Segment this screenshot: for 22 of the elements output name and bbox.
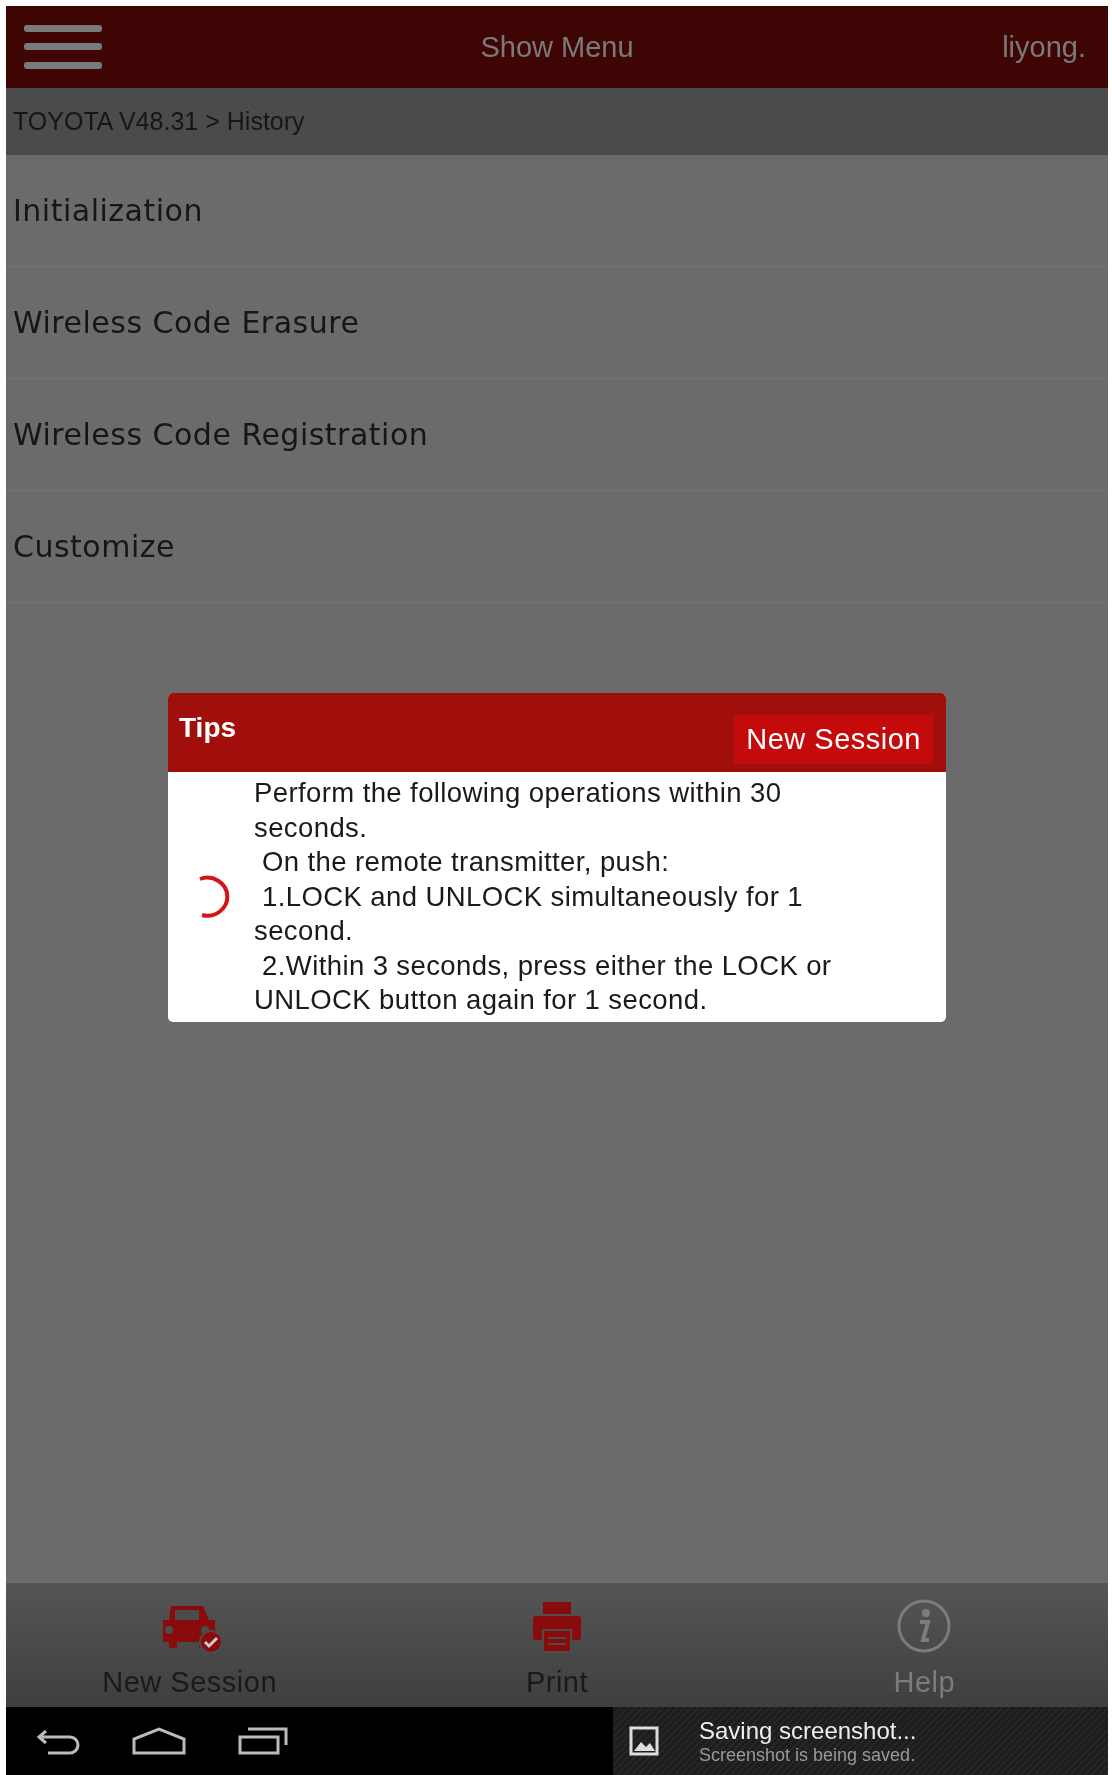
notification-subtitle: Screenshot is being saved. (699, 1744, 917, 1766)
menu-item-label: Wireless Code Erasure (13, 305, 360, 340)
menu-item-label: Initialization (13, 193, 203, 228)
printer-icon (531, 1600, 583, 1654)
notification-title: Saving screenshot... (699, 1716, 917, 1745)
user-name: liyong. (1002, 30, 1086, 64)
dialog-message: Perform the following operations within 30 seconds. On the remote transmitter, push: 1.LOCK and UNLOCK simultaneously for 1 second. 2.Within 3 seconds, press either the LOCK or UNLOCK button again for 1 second. (254, 776, 833, 1017)
menu-item[interactable]: Initialization (6, 155, 1108, 267)
screen-title: Show Menu (480, 30, 634, 64)
dialog-title: Tips (179, 711, 237, 744)
recent-apps-button[interactable] (238, 1727, 288, 1755)
menu-icon[interactable] (24, 25, 102, 69)
menu-item[interactable]: Wireless Code Registration (6, 379, 1108, 491)
menu-item[interactable]: Wireless Code Erasure (6, 267, 1108, 379)
menu-item[interactable]: Customize (6, 491, 1108, 603)
image-icon (629, 1726, 659, 1756)
new-session-button[interactable]: New Session (734, 715, 933, 764)
info-icon (896, 1598, 953, 1654)
back-button[interactable] (36, 1727, 80, 1755)
menu-item-label: Wireless Code Registration (13, 417, 429, 452)
menu-item-label: Customize (13, 529, 175, 564)
home-button[interactable] (132, 1727, 186, 1755)
